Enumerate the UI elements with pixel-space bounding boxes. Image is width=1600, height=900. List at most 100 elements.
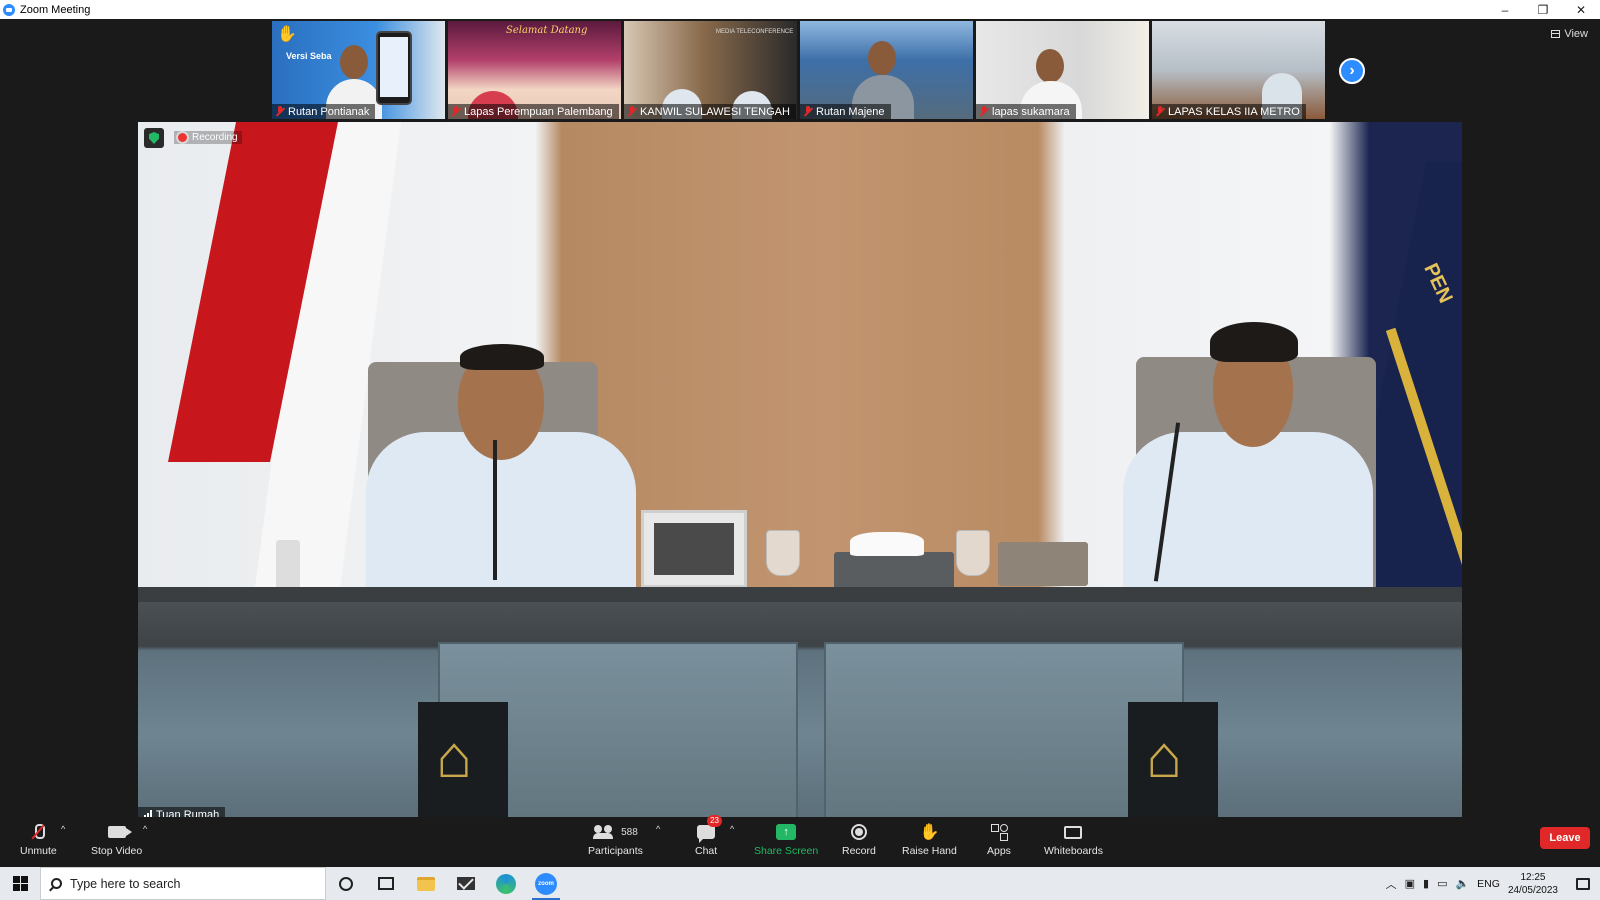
minimize-button[interactable]: – [1486,0,1524,19]
share-screen-label: Share Screen [754,845,819,857]
view-button[interactable]: View [1551,28,1588,40]
clock-date: 24/05/2023 [1507,884,1558,896]
cortana-button[interactable] [326,867,366,900]
window-title: Zoom Meeting [20,3,91,16]
chat-label: Chat [695,845,718,857]
raise-hand-label: Raise Hand [902,845,957,857]
language-indicator[interactable]: ENG [1477,878,1500,890]
participants-icon [593,825,615,839]
folder-icon [417,876,435,891]
glass [766,530,800,576]
banner-text: Selamat Datang [506,25,588,36]
muted-mic-icon [275,106,285,117]
participant-name: LAPAS KELAS IIA METRO [1168,105,1300,118]
whiteboards-button[interactable]: Whiteboards [1044,821,1103,857]
participant-name: Lapas Perempuan Palembang [464,105,613,118]
muted-mic-icon [451,106,461,117]
participant-name: lapas sukamara [992,105,1070,118]
chevron-up-icon[interactable]: ︿ [1386,876,1397,892]
task-view-icon [378,877,394,890]
cortana-icon [339,876,353,891]
chat-icon [697,825,716,843]
recording-indicator: Recording [174,131,242,144]
microphone [493,440,497,580]
notification-center-icon[interactable] [1576,877,1590,890]
main-speaker-video[interactable]: PEN Recording [138,122,1462,823]
system-tray: ︿ ▣ ▮ ▭ 🔈 ENG 12:25 24/05/2023 [1386,867,1600,900]
participant-thumbnail[interactable]: Rutan Majene [800,21,973,119]
apps-button[interactable]: Apps [987,821,1011,857]
raise-hand-button[interactable]: ✋ Raise Hand [902,821,957,857]
participant-thumbnail[interactable]: LAPAS KELAS IIA METRO [1152,21,1325,119]
share-screen-icon: ↑ [776,824,797,840]
mail-icon [457,877,475,890]
window-controls: – ❐ ✕ [1486,0,1600,19]
participant-face [868,41,896,75]
recording-label: Recording [192,132,238,143]
thumbnail-nameplate: LAPAS KELAS IIA METRO [1152,104,1306,119]
start-button[interactable] [0,867,40,900]
search-icon [51,878,62,889]
phone-graphic [376,31,412,105]
participant-name: Rutan Majene [816,105,885,118]
unmute-label: Unmute [20,845,57,857]
meeting-area: ✋ Versi Seba Rutan Pontianak Selamat Dat… [0,19,1600,823]
security-shield-icon[interactable] [144,128,164,148]
participant-face [340,45,368,79]
banner-text: MEDIA TELECONFERENCE [716,29,794,35]
restore-button[interactable]: ❐ [1524,0,1562,19]
participant-thumbnail[interactable]: Selamat Datang Lapas Perempuan Palembang [448,21,621,119]
muted-mic-icon [979,106,989,117]
edge-button[interactable] [486,867,526,900]
participant-name: Rutan Pontianak [288,105,370,118]
participant-thumbnail[interactable]: lapas sukamara [976,21,1149,119]
mail-button[interactable] [446,867,486,900]
participants-label: Participants [588,845,643,857]
video-options-chevron-icon[interactable]: ^ [143,824,147,834]
taskbar-search-box[interactable]: Type here to search [40,867,326,900]
recording-dot-icon [178,133,187,142]
share-screen-button[interactable]: ↑ Share Screen [754,821,818,857]
tissue [850,532,924,556]
emblem-logo [418,702,508,822]
volume-icon[interactable]: 🔈 [1455,877,1469,890]
participant-thumbnail[interactable]: ✋ Versi Seba Rutan Pontianak [272,21,445,119]
participant-thumbnail[interactable]: MEDIA TELECONFERENCE KANWIL SULAWESI TEN… [624,21,797,119]
photo-frame [641,510,747,588]
muted-mic-icon [1155,106,1165,117]
thumbnail-nameplate: Rutan Pontianak [272,104,376,119]
zoom-icon: zoom [535,872,557,895]
participants-options-chevron-icon[interactable]: ^ [656,824,660,834]
microphone-tray-icon[interactable]: ▮ [1423,877,1429,890]
task-view-button[interactable] [366,867,406,900]
camera-tray-icon[interactable]: ▣ [1405,877,1415,890]
view-label: View [1564,28,1588,40]
file-explorer-button[interactable] [406,867,446,900]
record-icon [850,824,867,840]
chat-options-chevron-icon[interactable]: ^ [730,824,734,834]
conference-table [138,602,1462,823]
stop-video-button[interactable]: Stop Video [91,821,142,857]
zoom-app-icon [3,3,15,16]
participant-face [1036,49,1064,83]
clock[interactable]: 12:25 24/05/2023 [1508,871,1558,897]
participants-button[interactable]: 588 Participants [588,821,643,857]
audio-options-chevron-icon[interactable]: ^ [61,824,65,834]
leave-button[interactable]: Leave [1540,827,1590,849]
zoom-taskbar-button[interactable]: zoom [526,867,566,900]
clock-time: 12:25 [1520,871,1546,883]
camera-icon [107,826,132,838]
chat-button[interactable]: 23 Chat [695,815,722,857]
view-grid-icon [1551,30,1561,38]
participant-thumbnail-strip: ✋ Versi Seba Rutan Pontianak Selamat Dat… [272,21,1325,119]
meeting-toolbar: Unmute ^ Stop Video ^ 588 Participants ^… [0,815,1600,867]
unmute-button[interactable]: Unmute [20,821,57,857]
close-button[interactable]: ✕ [1562,0,1600,19]
record-button[interactable]: Record [842,821,876,857]
apps-label: Apps [987,845,1011,857]
raise-hand-icon: ✋ [919,824,940,841]
network-icon[interactable]: ▭ [1437,877,1447,890]
search-placeholder: Type here to search [70,876,181,891]
record-label: Record [842,845,876,857]
next-page-chevron-icon[interactable]: › [1339,58,1365,84]
